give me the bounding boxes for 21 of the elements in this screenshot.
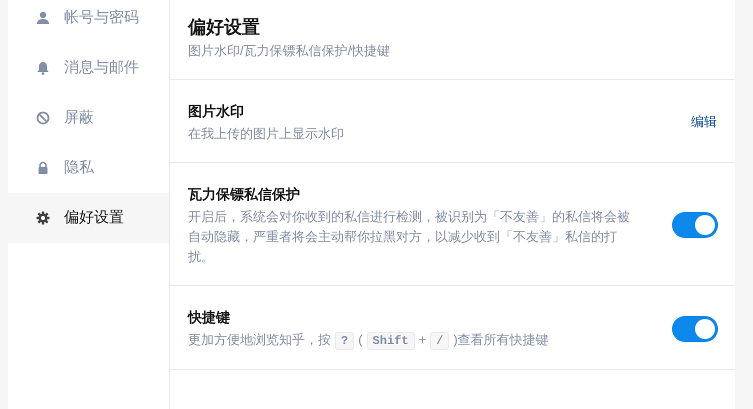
sidebar-item[interactable]: 消息与邮件 (8, 43, 169, 93)
bell-icon (36, 61, 50, 75)
sidebar-item[interactable]: 帐号与密码 (8, 0, 169, 43)
page-subtitle: 图片水印/瓦力保镖私信保护/快捷键 (188, 42, 392, 60)
section-description: 更加方便地浏览知乎，按 ? ( Shift + / )查看所有快捷键 (188, 331, 550, 351)
lock-icon (36, 161, 50, 175)
person-icon (36, 11, 50, 25)
toggle-switch[interactable] (672, 212, 718, 238)
block-icon (36, 111, 50, 125)
gear-icon (36, 211, 50, 225)
section-description: 在我上传的图片上显示水印 (188, 125, 345, 143)
sidebar-item[interactable]: 隐私 (8, 143, 169, 193)
section-title: 瓦力保镖私信保护 (188, 185, 301, 204)
section-title: 图片水印 (188, 102, 245, 121)
page-title: 偏好设置 (188, 16, 261, 39)
sidebar-item[interactable]: 偏好设置 (8, 193, 169, 243)
section-description: 开启后，系统会对你收到的私信进行检测，被识别为「不友善」的私信将会被自动隐藏，严重者将会主动帮你拉黑对方，以减少收到「不友善」私信的打扰。 (188, 208, 631, 266)
edit-link[interactable]: 编辑 (691, 112, 717, 132)
section-title: 快捷键 (188, 308, 231, 327)
toggle-switch[interactable] (672, 316, 718, 342)
sidebar-item[interactable]: 屏蔽 (8, 93, 169, 143)
